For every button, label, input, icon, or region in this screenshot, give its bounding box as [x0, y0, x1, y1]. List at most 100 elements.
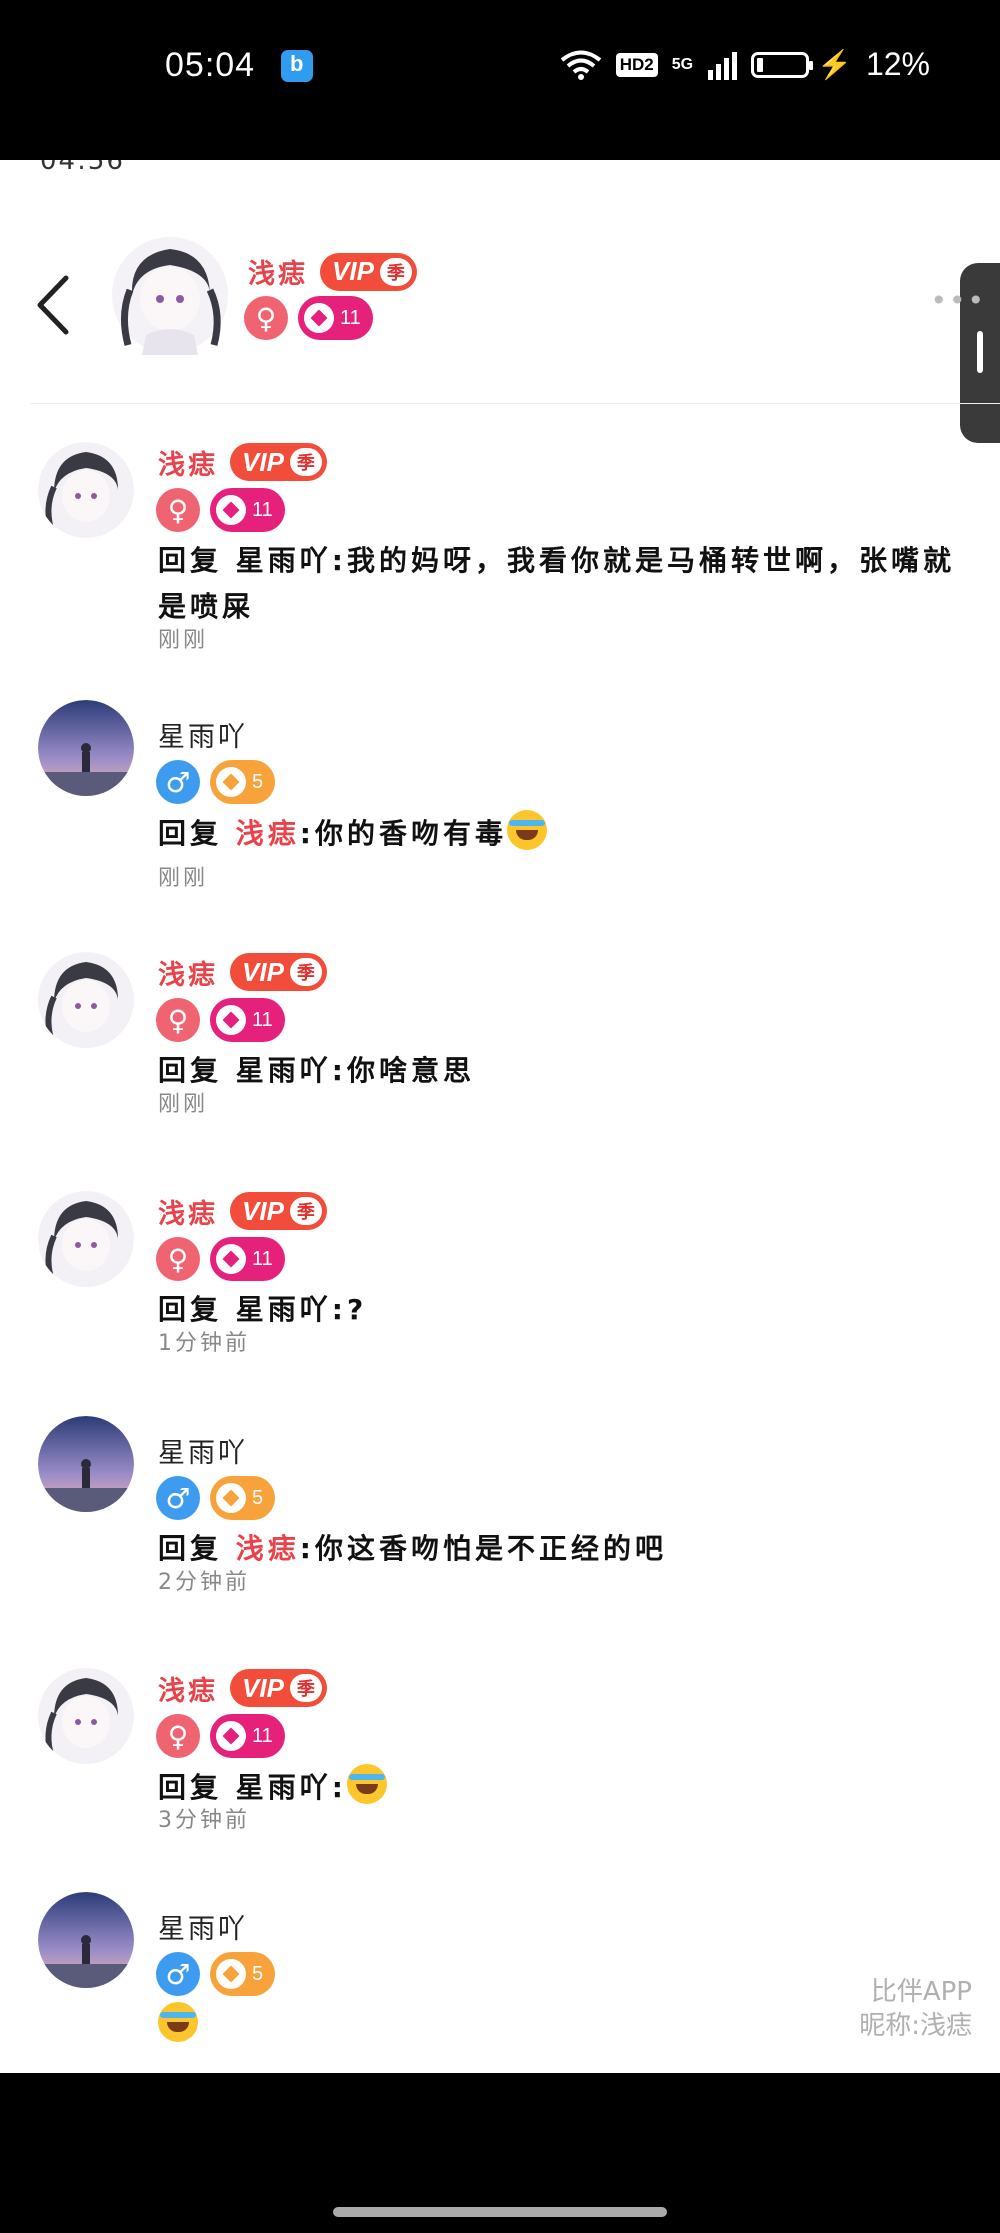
header-avatar[interactable]: [110, 235, 230, 355]
vip-season-label: 季: [379, 257, 412, 286]
comment-detail-page[interactable]: 04:56 ••• 浅痣 VIP 季 ♀ 11 浅痣 VIP 季 ♀ 11 回复…: [0, 160, 1000, 2073]
reply-target[interactable]: 浅痣: [236, 1532, 300, 1565]
status-icons: HD2 5G ⚡ 12%: [560, 46, 930, 83]
comment-badges: ♂ 5: [156, 760, 276, 804]
reply-prefix: 回复: [158, 544, 223, 577]
reply-prefix: 回复: [158, 1293, 223, 1326]
male-gender-icon: ♂: [156, 1952, 200, 1996]
comment-time: 1分钟前: [158, 1331, 250, 1356]
female-gender-icon: ♀: [244, 296, 288, 340]
reply-prefix: 回复: [158, 1771, 223, 1804]
level-number: 5: [252, 1962, 264, 1985]
avatar[interactable]: [38, 700, 134, 796]
level-badge: 11: [210, 1714, 285, 1758]
reply-target[interactable]: 星雨吖: [236, 1293, 332, 1326]
network-type: 5G: [671, 55, 694, 73]
comment-user-row: 星雨吖: [158, 1430, 248, 1470]
header-user-name[interactable]: 浅痣: [248, 252, 308, 291]
level-number: 11: [252, 1724, 273, 1747]
back-arrow-icon[interactable]: [28, 270, 78, 340]
comment-user-name[interactable]: 星雨吖: [158, 1907, 248, 1946]
avatar[interactable]: [38, 1892, 134, 1988]
tears-of-joy-emoji-icon: [346, 1764, 387, 1804]
comment-badges: ♀ 11: [156, 1237, 285, 1281]
female-gender-icon: ♀: [156, 1237, 200, 1281]
reply-prefix: 回复: [158, 1054, 223, 1087]
comment-content: :你的香吻有毒: [299, 817, 507, 850]
level-number: 5: [252, 1486, 264, 1509]
reply-target[interactable]: 星雨吖: [236, 1771, 332, 1804]
level-number: 11: [252, 498, 273, 521]
watermark-line1: 比伴APP: [870, 1977, 972, 2007]
level-number: 5: [252, 770, 264, 793]
avatar[interactable]: [38, 1668, 134, 1764]
comment-content: :: [331, 1771, 347, 1804]
comment-badges: ♂ 5: [156, 1476, 276, 1520]
reply-target[interactable]: 浅痣: [236, 817, 300, 850]
home-indicator[interactable]: [333, 2207, 667, 2217]
level-number: 11: [252, 1008, 273, 1031]
header-user-name-row: 浅痣 VIP 季: [248, 252, 417, 291]
avatar[interactable]: [38, 442, 134, 538]
watermark-line2: 昵称:浅痣: [859, 2011, 972, 2041]
level-badge: 5: [210, 1952, 276, 1996]
comment-user-row: 星雨吖: [158, 1906, 248, 1946]
gem-icon: [216, 1721, 246, 1751]
reply-target[interactable]: 星雨吖: [236, 1054, 332, 1087]
comment-text[interactable]: [158, 2002, 958, 2049]
gem-icon: [216, 1005, 246, 1035]
reply-prefix: 回复: [158, 1532, 223, 1565]
comment-text[interactable]: 回复 星雨吖:?: [158, 1287, 958, 1333]
female-gender-icon: ♀: [156, 1714, 200, 1758]
vip-label: VIP: [332, 256, 374, 286]
ghost-status-time: 04:56: [40, 160, 125, 176]
level-badge: 11: [210, 1237, 285, 1281]
gem-icon: [216, 1244, 246, 1274]
charging-icon: ⚡: [817, 49, 852, 80]
comment-user-name[interactable]: 浅痣: [158, 953, 218, 992]
watermark: 比伴APP 昵称:浅痣: [859, 1975, 972, 2043]
comment-time: 刚刚: [158, 866, 209, 891]
gem-icon: [216, 1959, 246, 1989]
vip-season-label: 季: [289, 958, 322, 986]
level-badge: 11: [210, 488, 285, 532]
level-number: 11: [252, 1247, 273, 1270]
vip-season-label: 季: [289, 1197, 322, 1225]
comment-user-row: 浅痣 VIP 季: [158, 1668, 327, 1708]
avatar[interactable]: [38, 952, 134, 1048]
header-divider: [30, 403, 1000, 404]
system-nav-bar: [0, 2073, 1000, 2233]
comment-user-name[interactable]: 浅痣: [158, 1192, 218, 1231]
comment-badges: ♀ 11: [156, 998, 285, 1042]
more-options-icon[interactable]: •••: [930, 284, 986, 317]
comment-text[interactable]: 回复 浅痣:你这香吻怕是不正经的吧: [158, 1526, 958, 1572]
vip-season-label: 季: [289, 1674, 322, 1702]
gem-icon: [216, 767, 246, 797]
comment-badges: ♀ 11: [156, 488, 285, 532]
comment-user-name[interactable]: 星雨吖: [158, 1431, 248, 1470]
status-time: 05:04: [165, 46, 256, 84]
battery-icon: [751, 51, 814, 78]
gem-icon: [216, 1483, 246, 1513]
level-badge: 11: [210, 998, 285, 1042]
vip-badge: VIP 季: [230, 1192, 327, 1230]
gem-icon: [304, 303, 334, 333]
male-gender-icon: ♂: [156, 1476, 200, 1520]
comment-user-name[interactable]: 浅痣: [158, 1669, 218, 1708]
comment-content: :你啥意思: [331, 1054, 475, 1087]
reply-target[interactable]: 星雨吖: [236, 544, 332, 577]
avatar[interactable]: [38, 1191, 134, 1287]
avatar[interactable]: [38, 1416, 134, 1512]
signal-icon: [708, 51, 738, 80]
comment-text[interactable]: 回复 星雨吖:我的妈呀，我看你就是马桶转世啊，张嘴就是喷屎: [158, 538, 958, 630]
comment-time: 3分钟前: [158, 1808, 250, 1833]
vip-label: VIP: [242, 1672, 284, 1703]
comment-text[interactable]: 回复 星雨吖:你啥意思: [158, 1048, 958, 1094]
comment-text[interactable]: 回复 星雨吖:: [158, 1764, 958, 1811]
comment-user-name[interactable]: 浅痣: [158, 443, 218, 482]
comment-user-row: 浅痣 VIP 季: [158, 952, 327, 992]
reply-prefix: 回复: [158, 817, 223, 850]
comment-time: 2分钟前: [158, 1570, 250, 1595]
comment-text[interactable]: 回复 浅痣:你的香吻有毒: [158, 810, 958, 857]
comment-user-name[interactable]: 星雨吖: [158, 715, 248, 754]
